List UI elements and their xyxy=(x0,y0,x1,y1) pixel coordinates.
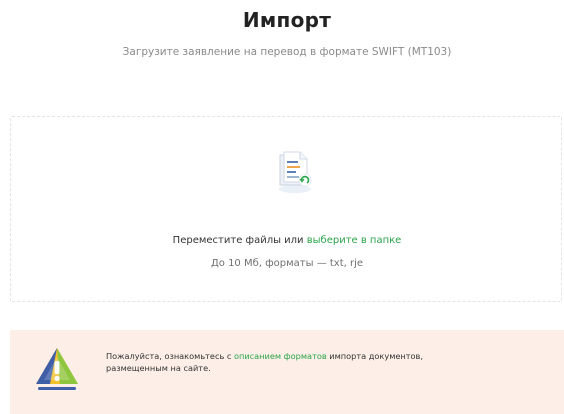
format-notice: Пожалуйста, ознакомьтесь с описанием фор… xyxy=(10,330,564,414)
dropzone-text: Переместите файлы или xyxy=(172,235,307,246)
dropzone-hint: До 10 Мб, форматы — txt, rje xyxy=(210,258,364,269)
choose-folder-link[interactable]: выберите в папке xyxy=(307,235,402,246)
page-title: Импорт xyxy=(242,8,332,32)
notice-text-end: импорта документов, xyxy=(326,351,423,361)
warning-icon xyxy=(36,348,78,390)
formats-description-link[interactable]: описанием форматов xyxy=(234,351,327,361)
dropzone-instruction: Переместите файлы или выберите в папке xyxy=(11,235,563,246)
page-subtitle: Загрузите заявление на перевод в формате… xyxy=(122,46,452,58)
document-upload-icon xyxy=(279,151,312,193)
file-dropzone[interactable]: Переместите файлы или выберите в папке Д… xyxy=(10,116,562,302)
notice-message: Пожалуйста, ознакомьтесь с описанием фор… xyxy=(106,350,526,374)
notice-text-start: Пожалуйста, ознакомьтесь с xyxy=(106,351,234,361)
notice-line-1: Пожалуйста, ознакомьтесь с описанием фор… xyxy=(106,350,526,362)
notice-line-2: размещенным на сайте. xyxy=(106,363,211,373)
